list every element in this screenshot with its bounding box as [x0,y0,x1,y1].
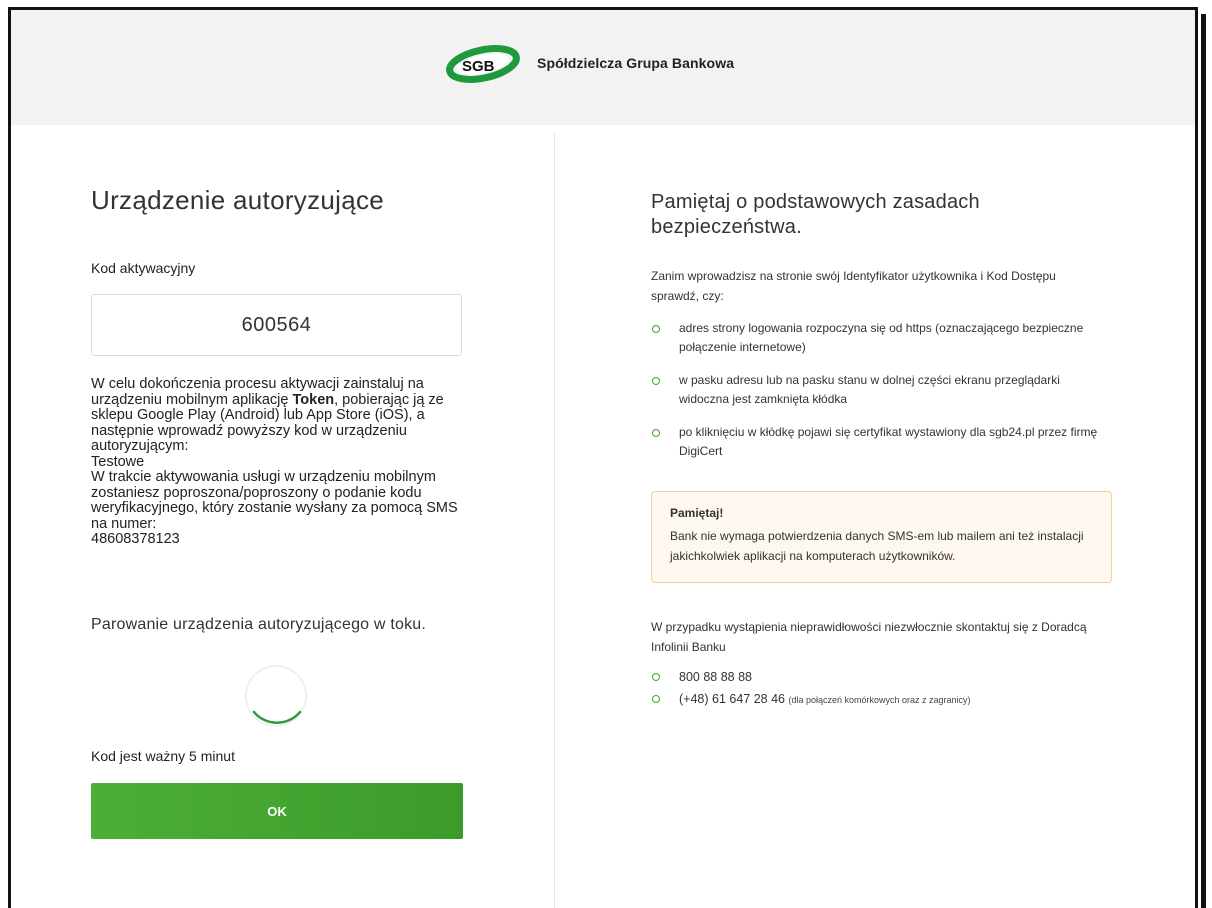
contact-intro: W przypadku wystąpienia nieprawidłowości… [651,620,1087,654]
column-divider [554,133,555,908]
activation-instructions: W celu dokończenia procesu aktywacji zai… [91,376,471,548]
notice-title: Pamiętaj! [670,506,724,520]
security-checklist: adres strony logowania rozpoczyna się od… [651,319,1111,475]
browser-window: SGB Spółdzielcza Grupa Bankowa Urządzeni… [8,7,1198,908]
list-item: (+48) 61 647 28 46 (dla połączeń komórko… [651,689,1131,710]
page-title: Urządzenie autoryzujące [91,185,385,215]
phone-number-2[interactable]: (+48) 61 647 28 46 [679,692,785,706]
activation-code-value: 600564 [241,313,312,336]
phone-number: 48608378123 [91,531,180,547]
header-bar: SGB Spółdzielcza Grupa Bankowa [11,10,1195,125]
activation-code-field[interactable]: 600564 [91,294,462,356]
security-intro: Zanim wprowadzisz na stronie swój Identy… [651,269,1056,303]
code-validity: Kod jest ważny 5 minut [91,748,235,764]
circle-bullet-icon [652,377,660,385]
window-shadow [1201,14,1206,908]
contact-list: 800 88 88 88 (+48) 61 647 28 46 (dla poł… [651,667,1131,712]
circle-bullet-icon [652,673,660,681]
bank-name: Spółdzielcza Grupa Bankowa [537,55,735,71]
ok-button[interactable]: OK [91,783,463,839]
code-label: Kod aktywacyjny [91,260,196,276]
circle-bullet-icon [652,429,660,437]
device-name: Testowe [91,453,145,470]
list-item: po kliknięciu w kłódkę pojawi się certyf… [651,423,1111,461]
phone-note: (dla połączeń komórkowych oraz z zagrani… [788,695,971,705]
check-text: adres strony logowania rozpoczyna się od… [679,321,1084,354]
logo-text: SGB [462,58,495,75]
loading-spinner-icon [245,665,307,727]
app-name: Token [292,391,335,408]
phone-number-1[interactable]: 800 88 88 88 [679,670,752,684]
warning-notice: Pamiętaj! Bank nie wymaga potwierdzenia … [651,491,1112,583]
pairing-status: Parowanie urządzenia autoryzującego w to… [91,616,427,633]
list-item: adres strony logowania rozpoczyna się od… [651,319,1111,357]
instructions-part-3: W trakcie aktywowania usługi w urządzeni… [91,469,458,532]
check-text: po kliknięciu w kłódkę pojawi się certyf… [679,425,1098,458]
notice-text: Bank nie wymaga potwierdzenia danych SMS… [670,529,1084,563]
list-item: w pasku adresu lub na pasku stanu w doln… [651,371,1111,409]
sgb-logo-icon: SGB [446,45,520,83]
list-item: 800 88 88 88 [651,667,1131,687]
security-title: Pamiętaj o podstawowych zasadach bezpiec… [651,191,980,238]
circle-bullet-icon [652,325,660,333]
check-text: w pasku adresu lub na pasku stanu w doln… [679,373,1060,406]
circle-bullet-icon [652,695,660,703]
brand: SGB Spółdzielcza Grupa Bankowa [445,43,734,83]
